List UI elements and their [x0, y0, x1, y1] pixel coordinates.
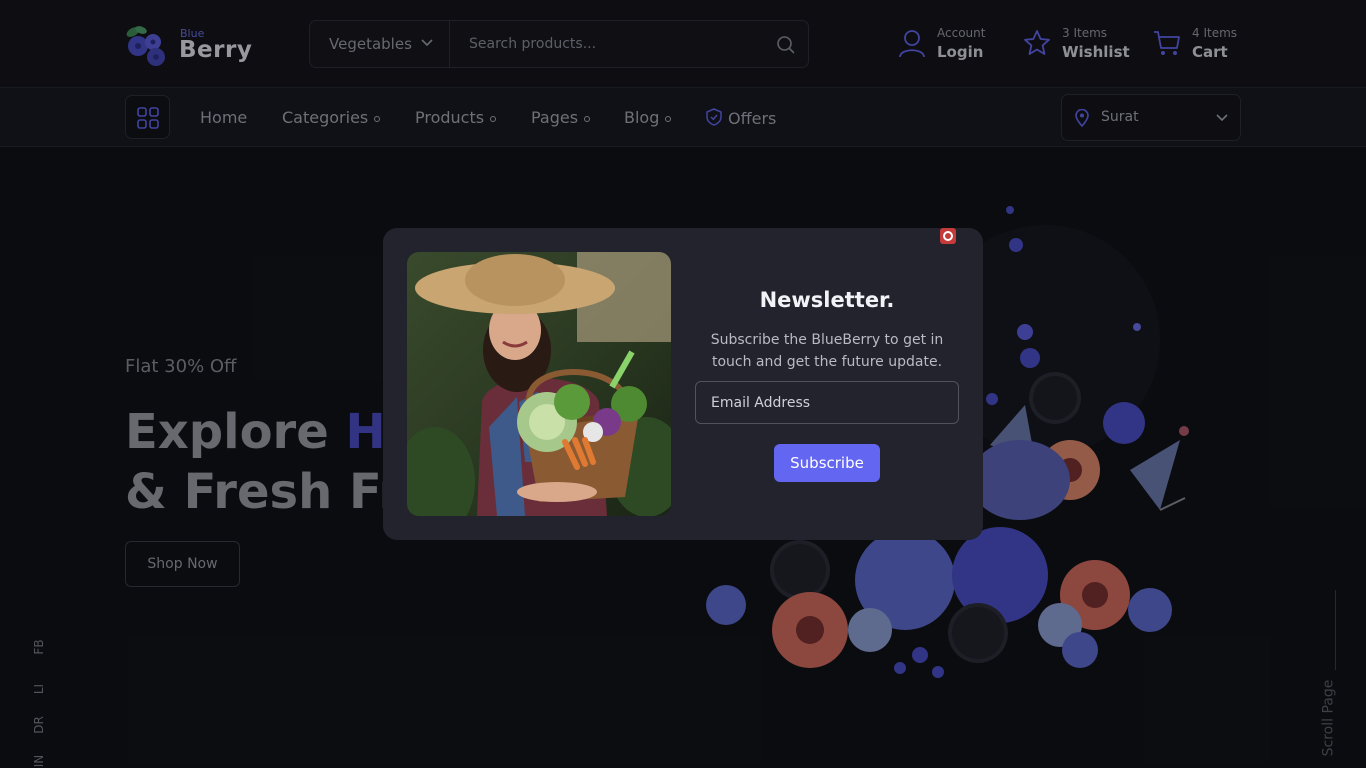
email-field[interactable] [695, 381, 959, 424]
newsletter-description: Subscribe the BlueBerry to get in touch … [710, 332, 944, 370]
newsletter-modal: Newsletter. Subscribe the BlueBerry to g… [383, 228, 983, 540]
farmer-with-vegetable-basket-image [407, 252, 671, 516]
subscribe-button[interactable]: Subscribe [774, 444, 880, 482]
close-button[interactable] [940, 228, 956, 244]
newsletter-title: Newsletter. [759, 288, 895, 312]
